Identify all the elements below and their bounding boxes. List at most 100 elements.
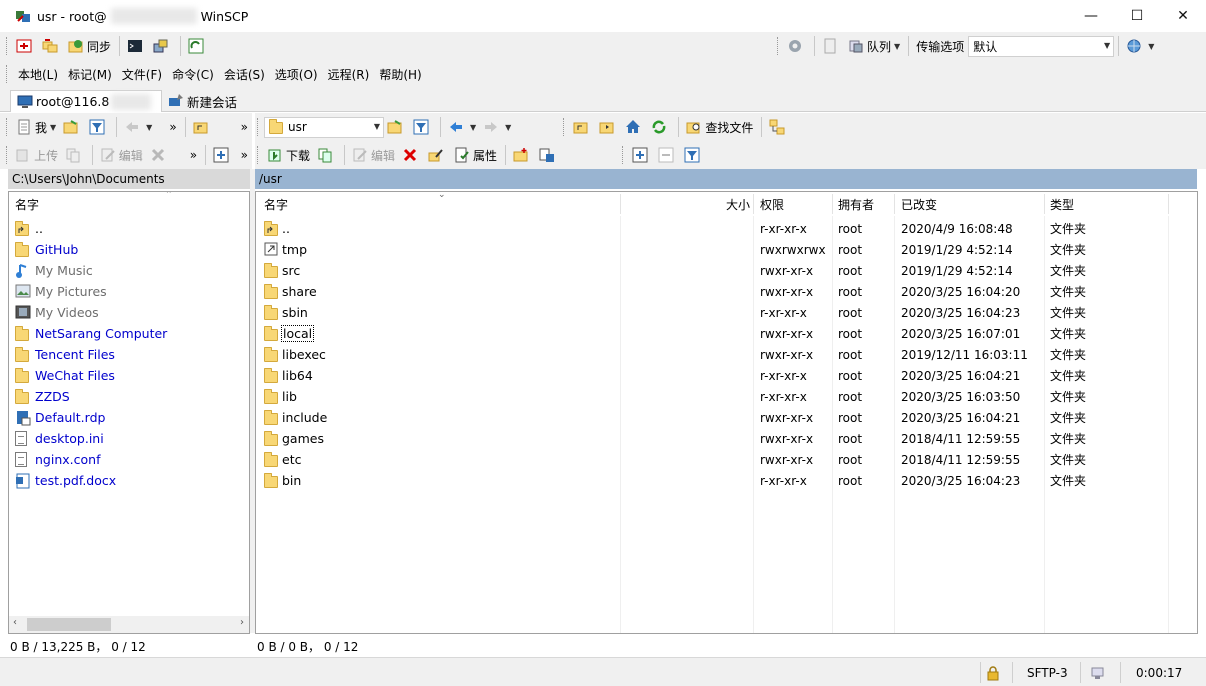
right-open-folder-button[interactable] (384, 116, 409, 138)
left-scroll-thumb[interactable] (27, 618, 111, 631)
right-col-size-header[interactable]: 大小 (620, 192, 750, 216)
download-button[interactable]: 下载 (264, 144, 313, 166)
menu-local[interactable]: 本地(L) (13, 66, 63, 83)
list-item[interactable]: Default.rdp (15, 407, 243, 428)
queue-button[interactable]: 队列 ▼ (845, 35, 903, 57)
list-item[interactable]: My Pictures (15, 281, 243, 302)
table-row[interactable]: lib r-xr-xr-x root 2020/3/25 16:03:50 文件夹 (256, 386, 1196, 407)
select-filter-button[interactable] (681, 144, 706, 166)
scroll-right-icon[interactable]: › (240, 617, 244, 628)
home-dir-button[interactable] (622, 116, 647, 138)
table-row[interactable]: src rwxr-xr-x root 2019/1/29 4:52:14 文件夹 (256, 260, 1196, 281)
table-row[interactable]: sbin r-xr-xr-x root 2020/3/25 16:04:23 文件夹 (256, 302, 1196, 323)
table-row[interactable]: tmp rwxrwxrwx root 2019/1/29 4:52:14 文件夹 (256, 239, 1196, 260)
toolbar-grip[interactable] (563, 118, 566, 136)
left-delete-button[interactable] (147, 144, 172, 166)
refresh-session-button[interactable] (185, 35, 210, 57)
table-row[interactable]: .. r-xr-xr-x root 2020/4/9 16:08:48 文件夹 (256, 218, 1196, 239)
minimize-button[interactable]: — (1068, 0, 1114, 32)
connection-icon[interactable] (1090, 662, 1106, 683)
toolbar-grip[interactable] (622, 146, 625, 164)
scroll-left-icon[interactable]: ‹ (13, 617, 17, 628)
find-files-button[interactable]: 查找文件 (683, 116, 756, 138)
remote-path-select[interactable]: usr ▼ (264, 116, 384, 138)
table-row[interactable]: include rwxr-xr-x root 2020/3/25 16:04:21 文件… (256, 407, 1196, 428)
table-row[interactable]: etc rwxr-xr-x root 2018/4/11 12:59:55 文件夹 (256, 449, 1196, 470)
table-row[interactable]: lib64 r-xr-xr-x root 2020/3/25 16:04:21 文件夹 (256, 365, 1196, 386)
list-item[interactable]: desktop.ini (15, 428, 243, 449)
synchronize-browsing-button[interactable] (39, 35, 64, 57)
left-more-button-3[interactable]: » (187, 144, 200, 166)
left-open-folder-button[interactable] (60, 116, 85, 138)
close-button[interactable]: ✕ (1160, 0, 1206, 32)
table-row[interactable]: games rwxr-xr-x root 2018/4/11 12:59:55 文件夹 (256, 428, 1196, 449)
list-item[interactable]: My Music (15, 260, 243, 281)
transfer-preset-select[interactable]: 默认 ▼ (968, 35, 1115, 57)
open-putty-button[interactable] (150, 35, 175, 57)
list-item[interactable]: WeChat Files (15, 365, 243, 386)
left-copy-button[interactable] (62, 144, 87, 166)
toolbar-grip[interactable] (257, 146, 260, 164)
list-item[interactable]: .. (15, 218, 243, 239)
tree-toggle-button[interactable] (766, 116, 791, 138)
synchronize-button[interactable]: 同步 (65, 35, 114, 57)
list-item[interactable]: test.pdf.docx (15, 470, 243, 491)
open-terminal-button[interactable] (124, 35, 149, 57)
toolbar-grip[interactable] (6, 37, 9, 55)
toolbar-grip[interactable] (6, 118, 9, 136)
unselect-all-button[interactable] (655, 144, 680, 166)
menu-session[interactable]: 会话(S) (219, 66, 270, 83)
menu-help[interactable]: 帮助(H) (374, 66, 426, 83)
new-folder-button[interactable] (510, 144, 535, 166)
right-filter-button[interactable] (410, 116, 435, 138)
toolbar-grip[interactable] (257, 118, 260, 136)
compare-directories-button[interactable] (13, 35, 38, 57)
root-dir-button[interactable] (596, 116, 621, 138)
preferences-button[interactable] (784, 35, 809, 57)
right-parent-dir-button[interactable] (570, 116, 595, 138)
left-parent-dir-button[interactable] (190, 116, 215, 138)
right-col-type-header[interactable]: 类型 (1050, 192, 1160, 216)
menu-options[interactable]: 选项(O) (270, 66, 323, 83)
right-forward-button[interactable]: ▼ (480, 116, 514, 138)
table-row[interactable]: local rwxr-xr-x root 2020/3/25 16:07:01 文件夹 (256, 323, 1196, 344)
right-back-button[interactable]: ▼ (445, 116, 479, 138)
list-item[interactable]: ZZDS (15, 386, 243, 407)
left-new-button[interactable] (210, 144, 235, 166)
right-col-changed-header[interactable]: 已改变 (901, 192, 1041, 216)
network-menu-button[interactable]: ▼ (1123, 35, 1157, 57)
menu-file[interactable]: 文件(F) (117, 66, 167, 83)
left-more-button[interactable]: » (166, 116, 179, 138)
tab-session[interactable]: root@116.8 (10, 90, 162, 112)
left-back-button[interactable]: ▼ (121, 116, 155, 138)
menu-commands[interactable]: 命令(C) (167, 66, 219, 83)
rename-button[interactable] (425, 144, 450, 166)
table-row[interactable]: libexec rwxr-xr-x root 2019/12/11 16:03:11 文… (256, 344, 1196, 365)
left-more-button-2[interactable]: » (238, 116, 251, 138)
list-item[interactable]: GitHub (15, 239, 243, 260)
table-row[interactable]: bin r-xr-xr-x root 2020/3/25 16:04:23 文件夹 (256, 470, 1196, 491)
left-more-button-4[interactable]: » (238, 144, 251, 166)
left-horizontal-scrollbar[interactable]: ‹ › (9, 616, 249, 633)
left-filter-button[interactable] (86, 116, 111, 138)
left-col-name-header[interactable]: 名字 ⌃ (15, 192, 245, 216)
new-link-button[interactable] (536, 144, 561, 166)
menu-mark[interactable]: 标记(M) (63, 66, 117, 83)
upload-button[interactable]: 上传 (12, 144, 61, 166)
toolbar-grip[interactable] (6, 146, 8, 164)
tab-new-session[interactable]: 新建会话 (162, 90, 244, 112)
drive-select[interactable]: 我 ▼ (13, 116, 59, 138)
remote-delete-button[interactable] (399, 144, 424, 166)
list-item[interactable]: Tencent Files (15, 344, 243, 365)
properties-button[interactable]: 属性 (451, 144, 500, 166)
remote-copy-button[interactable] (314, 144, 339, 166)
remote-edit-button[interactable]: 编辑 (349, 144, 398, 166)
lock-icon[interactable] (985, 662, 1001, 683)
right-col-name-header[interactable]: 名字 ⌄ (264, 192, 614, 216)
menu-remote[interactable]: 远程(R) (323, 66, 375, 83)
list-item[interactable]: My Videos (15, 302, 243, 323)
list-item[interactable]: NetSarang Computer (15, 323, 243, 344)
right-col-perm-header[interactable]: 权限 (760, 192, 830, 216)
right-col-owner-header[interactable]: 拥有者 (838, 192, 894, 216)
queue-disabled-button[interactable] (819, 35, 844, 57)
